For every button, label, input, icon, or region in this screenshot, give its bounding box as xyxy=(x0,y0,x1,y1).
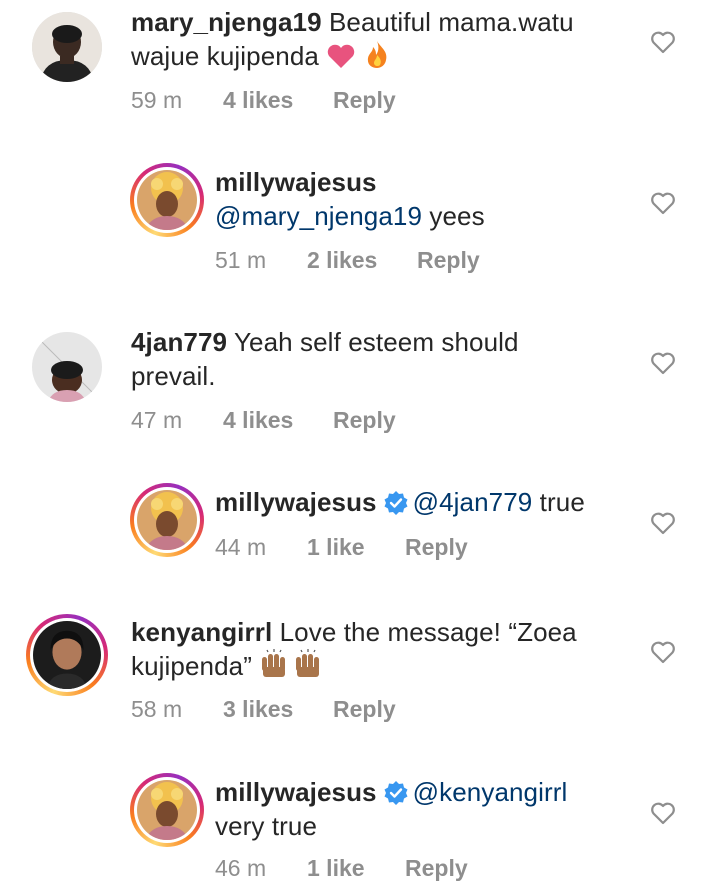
username[interactable]: 4jan779 xyxy=(131,327,227,357)
likes-count[interactable]: 1 like xyxy=(307,534,405,561)
comment-body-line2: prevail. xyxy=(131,361,216,391)
verified-badge-icon xyxy=(383,490,409,516)
avatar[interactable] xyxy=(130,483,204,557)
comment-body: very true xyxy=(215,811,318,841)
comment-text: 4jan779 Yeah self esteem should prevail. xyxy=(131,325,631,393)
verified-badge-icon xyxy=(383,780,409,806)
comment-meta: 46 m 1 like Reply xyxy=(215,855,468,882)
avatar-photo xyxy=(137,490,197,550)
comment-body: true xyxy=(532,487,585,517)
avatar-inner xyxy=(30,618,104,692)
comment-body: Love the message! “Zoea xyxy=(279,617,577,647)
username[interactable]: millywajesus xyxy=(215,167,377,197)
reply-button[interactable]: Reply xyxy=(417,247,480,274)
comment-meta: 51 m 2 likes Reply xyxy=(215,247,480,274)
reply-comment-item: millywajesus @4jan779 true 44 m 1 like Re… xyxy=(0,480,720,590)
likes-count[interactable]: 4 likes xyxy=(223,87,333,114)
comment-text: millywajesus @mary_njenga19 yees xyxy=(215,165,635,233)
timestamp: 58 m xyxy=(131,696,183,722)
likes-count[interactable]: 4 likes xyxy=(223,407,333,434)
comment-text: millywajesus @4jan779 true xyxy=(215,485,645,519)
likes-count[interactable]: 1 like xyxy=(307,855,405,882)
timestamp: 47 m xyxy=(131,407,183,433)
likes-count[interactable]: 2 likes xyxy=(307,247,417,274)
avatar-photo xyxy=(137,170,197,230)
avatar[interactable] xyxy=(32,332,102,402)
comment-body: Yeah self esteem should xyxy=(233,327,519,357)
comment-text: mary_njenga19 Beautiful mama.watu wajue … xyxy=(131,5,631,77)
reply-button[interactable]: Reply xyxy=(333,407,396,434)
avatar-inner xyxy=(134,487,200,553)
comment-body-line2: wajue kujipenda xyxy=(131,41,319,71)
avatar-inner xyxy=(134,777,200,843)
avatar[interactable] xyxy=(130,163,204,237)
reply-comment-item: millywajesus @mary_njenga19 yees 51 m 2 … xyxy=(0,160,720,310)
comment-meta: 47 m 4 likes Reply xyxy=(131,407,396,434)
avatar[interactable] xyxy=(26,614,108,696)
comment-text: millywajesus @kenyangirrl very true xyxy=(215,775,645,843)
fire-emoji xyxy=(364,39,390,77)
mention-link[interactable]: @4jan779 xyxy=(413,487,533,517)
heart-outline-icon[interactable] xyxy=(650,640,676,664)
comment-body: Beautiful mama.watu xyxy=(328,7,574,37)
reply-button[interactable]: Reply xyxy=(333,696,396,723)
username[interactable]: millywajesus xyxy=(215,487,377,517)
heart-outline-icon[interactable] xyxy=(650,191,676,215)
raising-hands-emoji xyxy=(259,649,329,687)
comment-text: kenyangirrl Love the message! “Zoea kuji… xyxy=(131,615,631,687)
heart-outline-icon[interactable] xyxy=(650,30,676,54)
timestamp: 44 m xyxy=(215,534,267,560)
reply-button[interactable]: Reply xyxy=(333,87,396,114)
timestamp: 51 m xyxy=(215,247,267,273)
avatar-photo xyxy=(33,621,101,689)
reply-comment-item: millywajesus @kenyangirrl very true 46 m … xyxy=(0,770,720,884)
comment-item: kenyangirrl Love the message! “Zoea kuji… xyxy=(0,610,720,760)
pink-heart-emoji xyxy=(326,43,356,77)
avatar-inner xyxy=(134,167,200,233)
timestamp: 46 m xyxy=(215,855,267,881)
reply-button[interactable]: Reply xyxy=(405,534,468,561)
username[interactable]: kenyangirrl xyxy=(131,617,272,647)
avatar[interactable] xyxy=(32,12,102,82)
comment-item: mary_njenga19 Beautiful mama.watu wajue … xyxy=(0,0,720,150)
timestamp: 59 m xyxy=(131,87,183,113)
reply-button[interactable]: Reply xyxy=(405,855,468,882)
comment-meta: 59 m 4 likes Reply xyxy=(131,87,396,114)
comment-meta: 58 m 3 likes Reply xyxy=(131,696,396,723)
likes-count[interactable]: 3 likes xyxy=(223,696,333,723)
heart-outline-icon[interactable] xyxy=(650,351,676,375)
username[interactable]: millywajesus xyxy=(215,777,377,807)
mention-link[interactable]: @mary_njenga19 xyxy=(215,201,422,231)
mention-link[interactable]: @kenyangirrl xyxy=(413,777,568,807)
heart-outline-icon[interactable] xyxy=(650,801,676,825)
avatar-photo xyxy=(137,780,197,840)
comment-body-line2: kujipenda” xyxy=(131,651,252,681)
heart-outline-icon[interactable] xyxy=(650,511,676,535)
comment-meta: 44 m 1 like Reply xyxy=(215,534,468,561)
comment-body: yees xyxy=(422,201,485,231)
username[interactable]: mary_njenga19 xyxy=(131,7,322,37)
avatar[interactable] xyxy=(130,773,204,847)
comment-item: 4jan779 Yeah self esteem should prevail.… xyxy=(0,320,720,470)
